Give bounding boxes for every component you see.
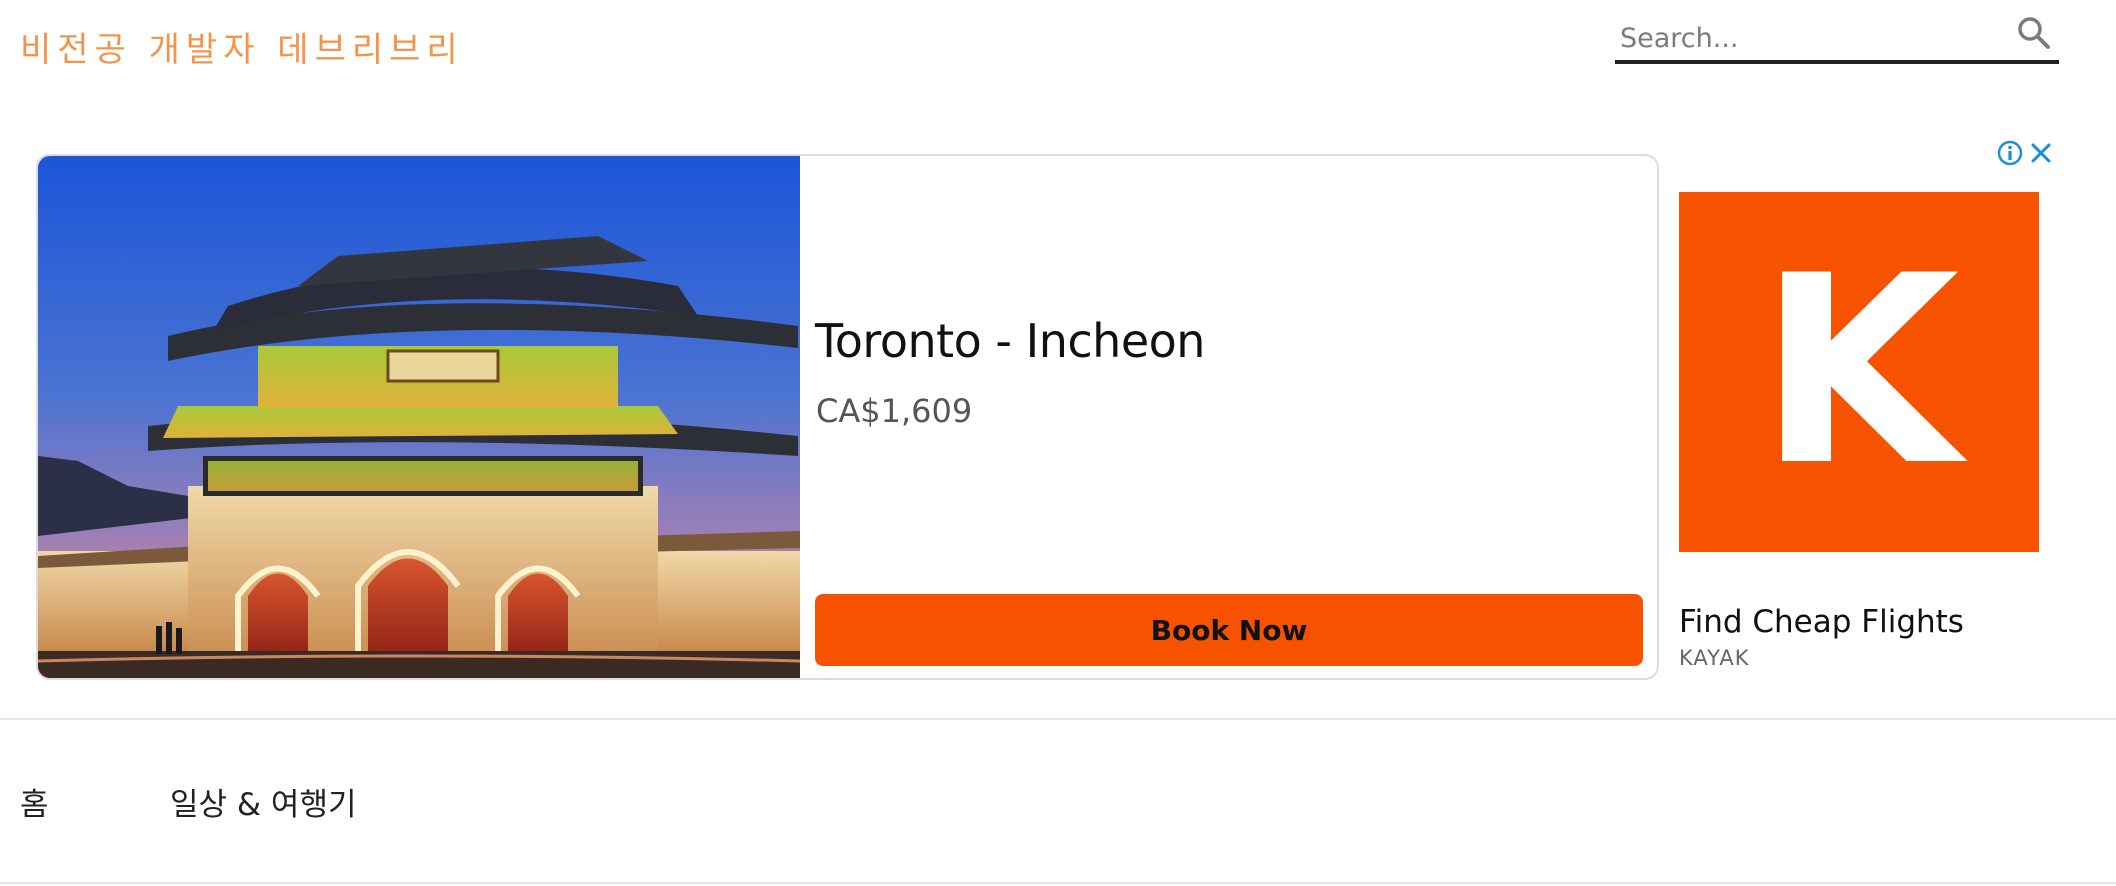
info-icon[interactable] xyxy=(1997,140,2023,166)
ad-price: CA$1,609 xyxy=(816,392,973,430)
ad-tagline[interactable]: Find Cheap Flights xyxy=(1679,604,1964,640)
search-icon xyxy=(2018,16,2050,49)
ad-headline[interactable]: Toronto - Incheon xyxy=(815,314,1205,368)
book-now-button[interactable]: Book Now xyxy=(815,594,1643,666)
nav-item-home[interactable]: 홈 xyxy=(20,779,49,824)
search-input[interactable] xyxy=(1618,16,2002,60)
search-button[interactable] xyxy=(2011,12,2057,56)
site-title[interactable]: 비전공 개발자 데브리브리 xyxy=(20,22,464,71)
divider xyxy=(0,718,2116,720)
kayak-logo-letter: K xyxy=(1758,221,1960,523)
ad-brand-name: KAYAK xyxy=(1679,646,1750,670)
nav-item-daily-travel[interactable]: 일상 & 여행기 xyxy=(170,779,356,824)
search-bar xyxy=(1615,10,2059,64)
ad-card[interactable]: Toronto - Incheon CA$1,609 Book Now xyxy=(36,154,1659,680)
kayak-logo[interactable]: K xyxy=(1679,192,2039,552)
ad-image[interactable] xyxy=(38,156,800,680)
close-icon[interactable] xyxy=(2028,140,2054,166)
divider xyxy=(0,882,2116,884)
